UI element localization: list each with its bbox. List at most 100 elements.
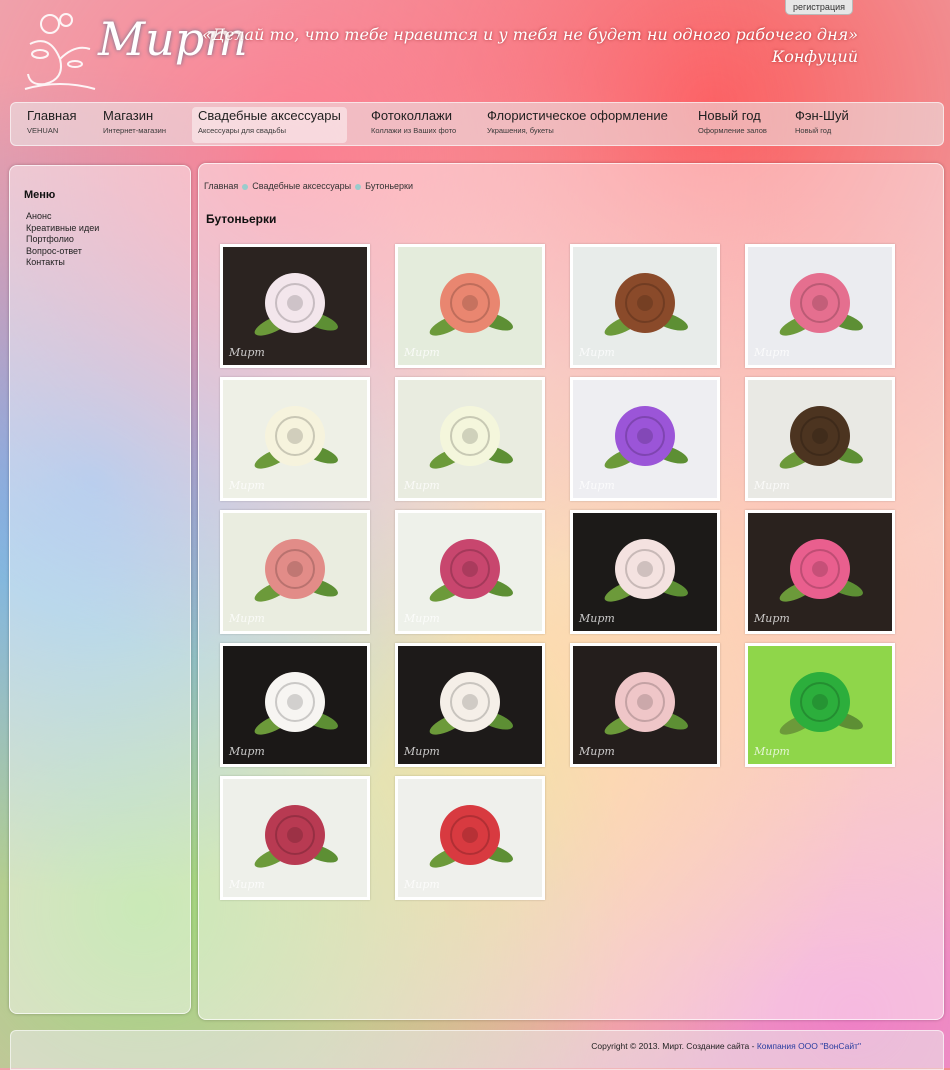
sidebar-item-portfolio[interactable]: Портфолио xyxy=(26,234,99,246)
nav-item-floristry[interactable]: Флористическое оформление Украшения, бук… xyxy=(481,107,674,143)
sidebar-item-announcement[interactable]: Анонс xyxy=(26,211,99,223)
gallery-thumbnail[interactable]: Мирт xyxy=(745,377,895,501)
boutonniere-photo: Мирт xyxy=(223,380,367,498)
footer-company-link[interactable]: Компания ООО "ВонСайт" xyxy=(757,1041,861,1051)
gallery-thumbnail[interactable]: Мирт xyxy=(220,643,370,767)
nav-item-title: Фэн-Шуй xyxy=(795,108,849,123)
boutonniere-photo: Мирт xyxy=(398,513,542,631)
breadcrumb: Главная Свадебные аксессуары Бутоньерки xyxy=(204,181,413,191)
photo-watermark: Мирт xyxy=(754,745,790,758)
gallery-thumbnail[interactable]: Мирт xyxy=(570,643,720,767)
boutonniere-photo: Мирт xyxy=(748,380,892,498)
photo-watermark: Мирт xyxy=(754,479,790,492)
photo-watermark: Мирт xyxy=(579,612,615,625)
sidebar-item-faq[interactable]: Вопрос-ответ xyxy=(26,246,99,258)
breadcrumb-home[interactable]: Главная xyxy=(204,181,238,191)
site-logo[interactable]: Мирт xyxy=(20,4,248,96)
nav-item-subtitle: VEHUAN xyxy=(27,126,59,135)
nav-item-feng-shui[interactable]: Фэн-Шуй Новый год xyxy=(789,107,855,143)
boutonniere-photo: Мирт xyxy=(223,513,367,631)
boutonniere-photo: Мирт xyxy=(398,380,542,498)
register-button[interactable]: регистрация xyxy=(785,0,853,15)
nav-item-wedding-accessories[interactable]: Свадебные аксессуары Аксессуары для свад… xyxy=(192,107,347,143)
nav-item-subtitle: Аксессуары для свадьбы xyxy=(198,126,286,135)
photo-watermark: Мирт xyxy=(754,612,790,625)
sidebar-title: Меню xyxy=(24,189,56,201)
photo-watermark: Мирт xyxy=(404,346,440,359)
photo-watermark: Мирт xyxy=(579,479,615,492)
main-content: Главная Свадебные аксессуары Бутоньерки Бу… xyxy=(198,163,944,1020)
breadcrumb-separator-icon xyxy=(355,183,362,190)
floral-logo-icon xyxy=(24,13,96,90)
gallery-thumbnail[interactable]: Мирт xyxy=(395,643,545,767)
nav-item-subtitle: Новый год xyxy=(795,126,832,135)
nav-item-photo-collages[interactable]: Фотоколлажи Коллажи из Ваших фото xyxy=(365,107,462,143)
gallery-thumbnail[interactable]: Мирт xyxy=(220,510,370,634)
nav-item-subtitle: Коллажи из Ваших фото xyxy=(371,126,457,135)
gallery-thumbnail[interactable]: Мирт xyxy=(220,776,370,900)
quote-text: «Делай то, что тебе нравится и у тебя не… xyxy=(202,25,858,44)
boutonniere-photo: Мирт xyxy=(223,247,367,365)
nav-item-subtitle: Интернет-магазин xyxy=(103,126,166,135)
nav-item-title: Главная xyxy=(27,108,77,123)
photo-watermark: Мирт xyxy=(404,745,440,758)
photo-watermark: Мирт xyxy=(229,745,265,758)
gallery-thumbnail[interactable]: Мирт xyxy=(745,643,895,767)
gallery-thumbnail[interactable]: Мирт xyxy=(570,377,720,501)
boutonniere-photo: Мирт xyxy=(398,779,542,897)
boutonniere-photo: Мирт xyxy=(748,513,892,631)
gallery-thumbnail[interactable]: Мирт xyxy=(220,244,370,368)
boutonniere-photo: Мирт xyxy=(573,513,717,631)
sidebar-item-creative-ideas[interactable]: Креативные идеи xyxy=(26,223,99,235)
footer-copyright: Copyright © 2013. Мирт. Создание сайта -… xyxy=(591,1041,861,1051)
photo-watermark: Мирт xyxy=(404,479,440,492)
gallery-thumbnail[interactable]: Мирт xyxy=(745,510,895,634)
gallery-thumbnail[interactable]: Мирт xyxy=(395,776,545,900)
photo-watermark: Мирт xyxy=(229,878,265,891)
nav-item-title: Новый год xyxy=(698,108,761,123)
sidebar: Меню Анонс Креативные идеи Портфолио Воп… xyxy=(9,165,191,1014)
gallery-thumbnail[interactable]: Мирт xyxy=(395,377,545,501)
photo-watermark: Мирт xyxy=(229,479,265,492)
nav-item-home[interactable]: Главная VEHUAN xyxy=(21,107,82,143)
photo-watermark: Мирт xyxy=(579,745,615,758)
photo-watermark: Мирт xyxy=(229,612,265,625)
page-title: Бутоньерки xyxy=(206,212,277,226)
nav-item-title: Флористическое оформление xyxy=(487,108,668,123)
breadcrumb-current: Бутоньерки xyxy=(365,181,414,191)
photo-watermark: Мирт xyxy=(404,878,440,891)
nav-item-title: Свадебные аксессуары xyxy=(198,108,341,123)
gallery-thumbnail[interactable]: Мирт xyxy=(395,244,545,368)
sidebar-menu: Анонс Креативные идеи Портфолио Вопрос-о… xyxy=(26,211,99,269)
photo-watermark: Мирт xyxy=(404,612,440,625)
sidebar-item-contacts[interactable]: Контакты xyxy=(26,257,99,269)
nav-item-shop[interactable]: Магазин Интернет-магазин xyxy=(97,107,172,143)
gallery-thumbnail[interactable]: Мирт xyxy=(220,377,370,501)
gallery-thumbnail[interactable]: Мирт xyxy=(745,244,895,368)
boutonniere-photo: Мирт xyxy=(748,646,892,764)
gallery-thumbnail[interactable]: Мирт xyxy=(570,244,720,368)
main-navigation: Главная VEHUAN Магазин Интернет-магазин … xyxy=(10,102,944,146)
header-quote: «Делай то, что тебе нравится и у тебя не… xyxy=(202,24,858,68)
photo-watermark: Мирт xyxy=(229,346,265,359)
photo-watermark: Мирт xyxy=(579,346,615,359)
breadcrumb-wedding-accessories[interactable]: Свадебные аксессуары xyxy=(252,181,351,191)
boutonniere-photo: Мирт xyxy=(573,646,717,764)
nav-item-new-year[interactable]: Новый год Оформление залов xyxy=(692,107,773,143)
gallery-thumbnail[interactable]: Мирт xyxy=(570,510,720,634)
nav-item-subtitle: Оформление залов xyxy=(698,126,767,135)
breadcrumb-separator-icon xyxy=(242,183,249,190)
copyright-text: Copyright © 2013. Мирт. Создание сайта - xyxy=(591,1041,757,1051)
boutonniere-photo: Мирт xyxy=(573,380,717,498)
boutonniere-photo: Мирт xyxy=(223,646,367,764)
site-header: Мирт «Делай то, что тебе нравится и у те… xyxy=(0,0,950,100)
nav-item-title: Фотоколлажи xyxy=(371,108,453,123)
gallery-thumbnail[interactable]: Мирт xyxy=(395,510,545,634)
boutonniere-photo: Мирт xyxy=(748,247,892,365)
boutonniere-photo: Мирт xyxy=(398,646,542,764)
boutonniere-photo: Мирт xyxy=(398,247,542,365)
photo-watermark: Мирт xyxy=(754,346,790,359)
nav-item-title: Магазин xyxy=(103,108,154,123)
nav-item-subtitle: Украшения, букеты xyxy=(487,126,554,135)
site-footer: Copyright © 2013. Мирт. Создание сайта -… xyxy=(10,1030,944,1070)
